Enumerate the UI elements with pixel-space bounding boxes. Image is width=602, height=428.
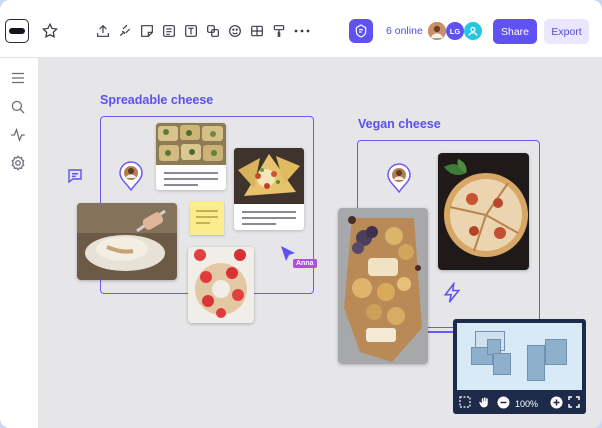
activity-icon[interactable] — [9, 126, 27, 144]
zoom-level: 100% — [515, 399, 539, 409]
minimap: 100% — [453, 319, 586, 414]
board-logo[interactable] — [5, 19, 29, 43]
lightning-icon[interactable] — [442, 281, 462, 304]
section-title-spreadable-cheese: Spreadable cheese — [100, 93, 214, 107]
share-button[interactable]: Share — [493, 19, 537, 44]
more-options-icon[interactable] — [293, 22, 311, 40]
sticky-note-icon[interactable] — [138, 22, 156, 40]
settings-gear-icon[interactable] — [9, 154, 27, 172]
comment-icon[interactable] — [66, 167, 84, 185]
text-icon[interactable] — [182, 22, 200, 40]
ai-assistant-icon[interactable] — [349, 19, 373, 43]
avatar-initials[interactable]: LG — [446, 22, 464, 40]
image-pizza[interactable] — [438, 153, 529, 270]
table-icon[interactable] — [248, 22, 266, 40]
left-sidebar — [0, 58, 38, 428]
menu-icon[interactable] — [9, 69, 27, 87]
cursor-user-label: Anna — [293, 259, 317, 268]
section-title-vegan-cheese: Vegan cheese — [358, 117, 441, 131]
zoom-out-icon[interactable] — [496, 394, 510, 410]
card-icon[interactable] — [160, 22, 178, 40]
top-toolbar: 6 online LG Share Export — [0, 0, 602, 58]
location-pin-icon[interactable] — [119, 161, 143, 192]
image-strawberry-bagel[interactable] — [188, 247, 254, 323]
image-charcuterie-board[interactable] — [338, 208, 428, 364]
shapes-icon[interactable] — [204, 22, 222, 40]
image-cheese-knife[interactable] — [77, 203, 177, 280]
export-button[interactable]: Export — [544, 19, 589, 44]
whiteboard-app: 6 online LG Share Export Spreadable chee… — [0, 0, 602, 428]
star-icon[interactable] — [40, 21, 60, 41]
fit-screen-icon[interactable] — [566, 394, 582, 410]
image-card-bread[interactable] — [156, 123, 226, 190]
online-count: 6 online — [386, 25, 423, 37]
hand-pan-icon[interactable] — [476, 394, 492, 410]
select-area-icon[interactable] — [457, 394, 473, 410]
upload-icon[interactable] — [94, 22, 112, 40]
user-avatar-icon[interactable] — [464, 22, 482, 40]
connector-icon[interactable] — [116, 22, 134, 40]
emoji-icon[interactable] — [226, 22, 244, 40]
search-icon[interactable] — [9, 98, 27, 116]
minimap-controls: 100% — [453, 390, 586, 414]
avatar[interactable] — [428, 22, 446, 40]
image-card-nachos[interactable] — [234, 148, 304, 230]
paint-roller-icon[interactable] — [270, 22, 288, 40]
location-pin-icon[interactable] — [387, 163, 411, 194]
zoom-in-icon[interactable] — [549, 394, 563, 410]
connector-line — [428, 331, 454, 333]
sticky-note[interactable] — [190, 201, 224, 235]
minimap-viewport[interactable] — [457, 323, 582, 390]
